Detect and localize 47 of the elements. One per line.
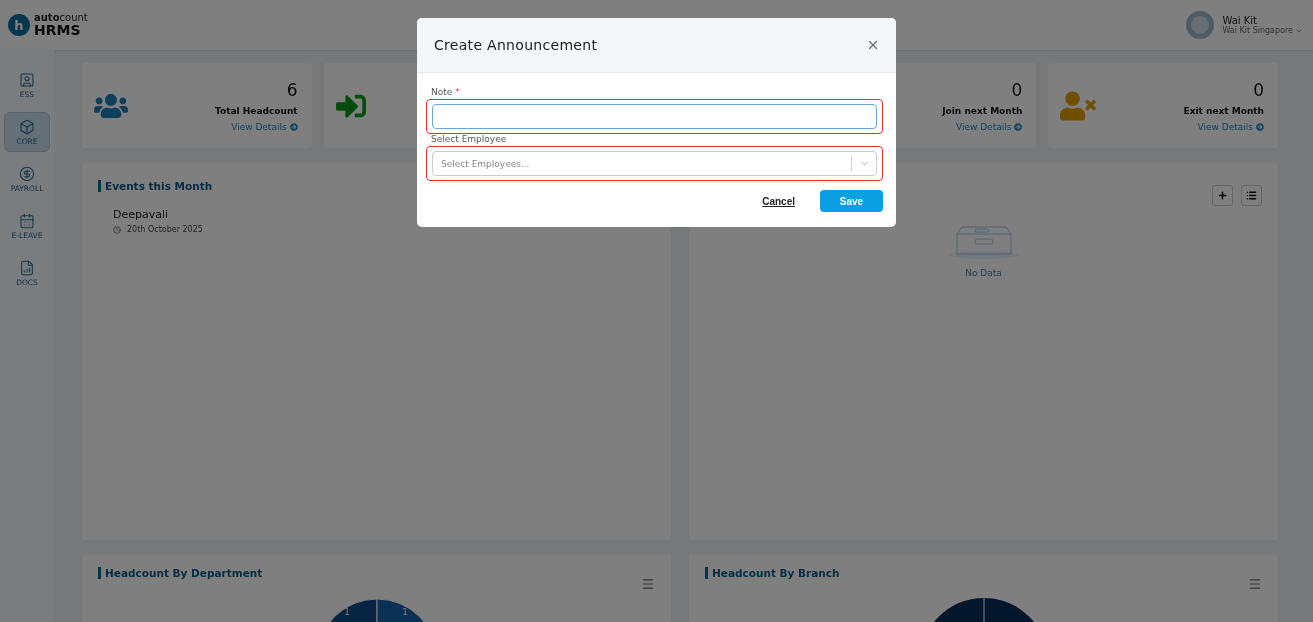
event-date: 20th October 2025 — [127, 225, 203, 234]
stat-label: Exit next Month — [1183, 105, 1264, 116]
arrow-right-icon — [289, 122, 298, 131]
view-details-link[interactable]: View Details — [1197, 121, 1264, 132]
document-chart-icon — [19, 259, 35, 276]
view-details-link[interactable]: View Details — [231, 121, 298, 132]
no-data-text: No Data — [965, 268, 1002, 278]
clock-icon — [113, 225, 121, 234]
dollar-icon — [19, 165, 35, 182]
stat-value: 6 — [286, 79, 298, 100]
close-icon — [866, 38, 880, 52]
menu-icon[interactable] — [641, 577, 655, 591]
cancel-button[interactable]: Cancel — [762, 195, 795, 207]
close-button[interactable] — [866, 38, 880, 52]
stat-label: Join next Month — [942, 105, 1023, 116]
event-name: Deepavali — [113, 208, 170, 221]
view-details-link[interactable]: View Details — [955, 121, 1023, 132]
note-label: Note * — [431, 87, 461, 97]
add-button[interactable] — [1212, 185, 1233, 206]
profile-icon — [19, 71, 35, 88]
list-button[interactable] — [1241, 185, 1262, 206]
panel-title: Headcount By Branch — [705, 567, 840, 579]
logo-mark: h — [8, 14, 30, 36]
panel-title: Events this Month — [98, 180, 213, 192]
stat-label: Total Headcount — [215, 105, 298, 116]
panel-title: Headcount By Department — [98, 567, 263, 579]
plus-icon — [1217, 190, 1228, 201]
pie-chart-drawing: 1 1 — [314, 597, 439, 622]
brand-name: autocount — [34, 13, 88, 23]
avatar[interactable] — [1186, 11, 1215, 39]
stat-value: 0 — [1011, 79, 1023, 100]
note-input[interactable] — [432, 104, 877, 129]
employee-select[interactable]: Select Employees... — [432, 151, 877, 176]
product-name: HRMS — [34, 23, 82, 37]
arrow-right-icon — [1014, 122, 1023, 131]
company-name[interactable]: Wai Kit Singapore — [1222, 26, 1293, 35]
menu-icon[interactable] — [1248, 577, 1262, 591]
arrow-right-icon — [1256, 122, 1264, 131]
cube-icon — [19, 118, 35, 135]
stat-value: 0 — [1253, 79, 1264, 100]
calendar-icon — [19, 212, 35, 229]
list-icon — [1246, 190, 1257, 201]
save-button[interactable]: Save — [820, 190, 883, 212]
user-name: Wai Kit — [1222, 15, 1258, 26]
empty-box-icon — [946, 226, 1021, 260]
dialog-title: Create Announcement — [434, 37, 598, 53]
employee-label: Select Employee — [431, 134, 508, 144]
